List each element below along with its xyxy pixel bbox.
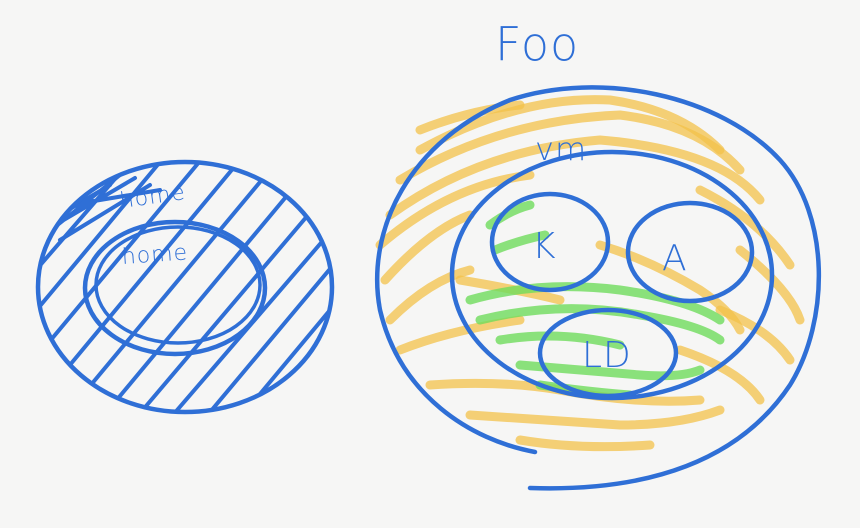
left-inner-label: home [121, 240, 189, 270]
vm-label: vm [535, 130, 587, 168]
left-cluster: home home [35, 159, 335, 415]
ld-label: LD [582, 335, 632, 376]
whiteboard-canvas: home home Foo vm K A LD [35, 17, 821, 491]
foo-title: Foo [495, 17, 579, 71]
a-label: A [662, 238, 688, 279]
right-cluster: Foo vm K A LD [374, 17, 821, 491]
k-label: K [532, 226, 557, 267]
left-outer-label: home [118, 180, 187, 214]
